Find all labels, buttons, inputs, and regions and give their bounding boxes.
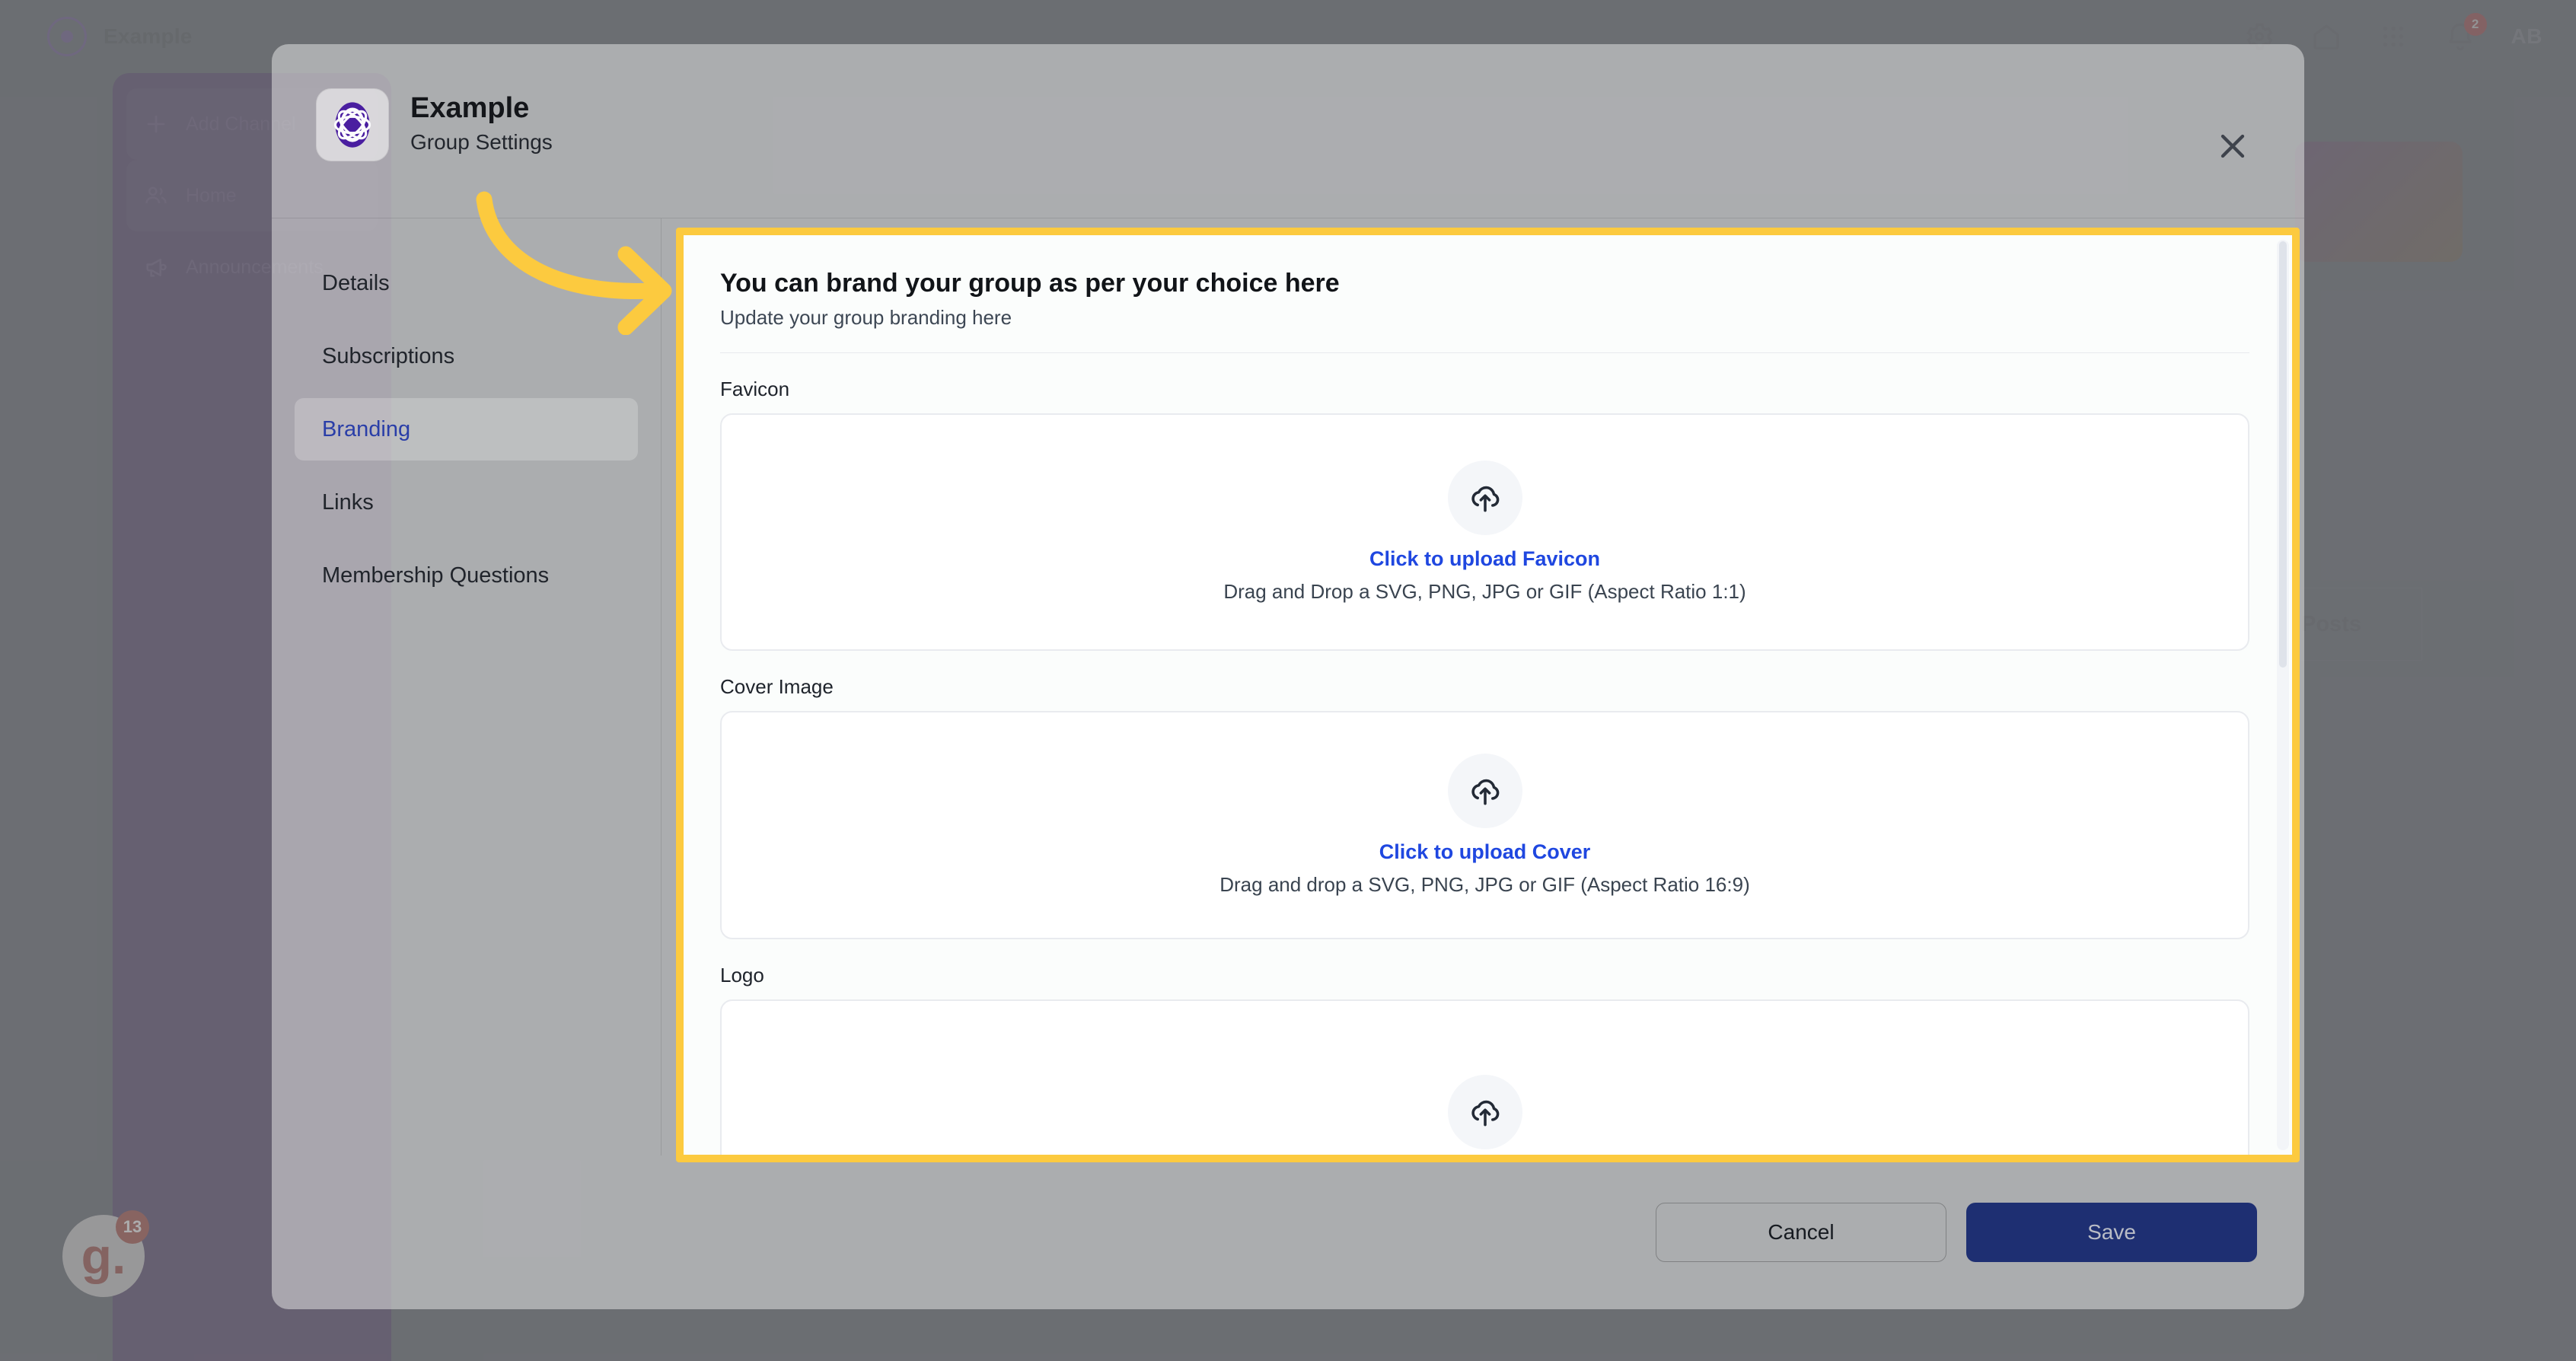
example-group-logo-icon [316, 88, 389, 161]
logo-field-group: Logo [720, 964, 2249, 1155]
favicon-upload-hint: Drag and Drop a SVG, PNG, JPG or GIF (As… [1223, 580, 1746, 603]
cloud-upload-icon [1447, 754, 1522, 828]
modal-footer: Cancel Save [272, 1155, 2304, 1309]
favicon-label: Favicon [720, 378, 790, 400]
sidebar-item-membership-questions[interactable]: Membership Questions [295, 544, 638, 607]
logo-label: Logo [720, 964, 764, 986]
sidebar-item-label: Branding [322, 416, 411, 441]
logo-dropzone[interactable] [720, 999, 2249, 1155]
cover-image-upload-hint: Drag and drop a SVG, PNG, JPG or GIF (As… [1219, 873, 1750, 896]
sidebar-item-label: Details [322, 270, 390, 295]
cover-image-upload-cta[interactable]: Click to upload Cover [1379, 840, 1591, 864]
divider [720, 352, 2249, 353]
save-button[interactable]: Save [1966, 1203, 2257, 1262]
page-title: Example [410, 92, 530, 124]
branding-panel-highlight: You can brand your group as per your cho… [676, 228, 2300, 1162]
cancel-button[interactable]: Cancel [1656, 1203, 1946, 1262]
modal-header: Example Group Settings [272, 44, 2304, 218]
cloud-upload-icon [1447, 1075, 1522, 1149]
favicon-dropzone[interactable]: Click to upload Favicon Drag and Drop a … [720, 413, 2249, 651]
sidebar-item-label: Links [322, 489, 374, 515]
sidebar-item-label: Subscriptions [322, 343, 455, 368]
page-subtitle: Group Settings [410, 129, 553, 154]
branding-heading: You can brand your group as per your cho… [720, 269, 1340, 298]
cancel-button-label: Cancel [1768, 1220, 1835, 1244]
sidebar-item-branding[interactable]: Branding [295, 398, 638, 461]
cover-image-field-group: Cover Image Click to upload Cover Drag a… [720, 675, 2249, 939]
sidebar-item-links[interactable]: Links [295, 471, 638, 534]
panel-scrollbar-thumb[interactable] [2279, 241, 2287, 668]
cover-image-label: Cover Image [720, 675, 834, 698]
branding-panel: You can brand your group as per your cho… [684, 235, 2292, 1155]
branding-subheading: Update your group branding here [720, 306, 1012, 329]
sidebar-item-details[interactable]: Details [295, 252, 638, 314]
cover-image-dropzone[interactable]: Click to upload Cover Drag and drop a SV… [720, 711, 2249, 939]
cloud-upload-icon [1447, 461, 1522, 535]
sidebar-item-label: Membership Questions [322, 563, 550, 588]
modal-title-block: Example Group Settings [410, 88, 553, 155]
close-icon[interactable] [2213, 126, 2252, 166]
settings-sidebar: Details Subscriptions Branding Links Mem… [272, 218, 662, 1155]
save-button-label: Save [2087, 1220, 2136, 1244]
favicon-upload-cta[interactable]: Click to upload Favicon [1369, 547, 1600, 571]
favicon-field-group: Favicon Click to upload Favicon Drag and… [720, 378, 2249, 651]
sidebar-item-subscriptions[interactable]: Subscriptions [295, 325, 638, 387]
panel-scrollbar[interactable] [2277, 240, 2289, 1150]
